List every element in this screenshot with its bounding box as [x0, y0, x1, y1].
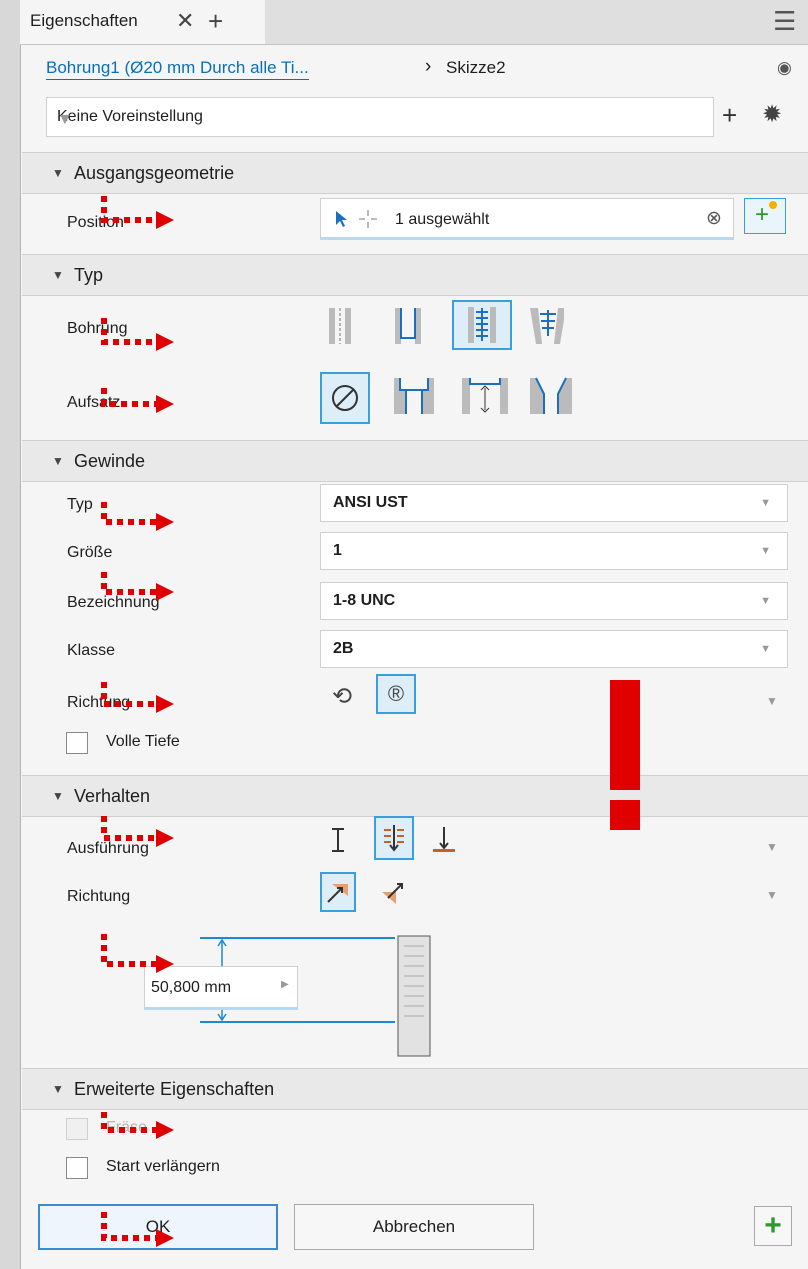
termination-label: Ausführung [67, 840, 149, 857]
cancel-button[interactable]: Abbrechen [294, 1204, 534, 1250]
collapse-icon: ▼ [52, 1082, 64, 1096]
no-seat-icon[interactable] [320, 372, 370, 424]
breadcrumb-feature-link[interactable]: Bohrung1 (Ø20 mm Durch alle Ti... [46, 58, 309, 80]
direction-default-icon[interactable] [320, 872, 356, 912]
countersink-icon[interactable] [528, 374, 574, 418]
left-edge-bar [0, 0, 21, 1269]
to-face-termination-icon[interactable] [426, 818, 462, 862]
section-title: Ausgangsgeometrie [74, 163, 235, 183]
aufsatz-label: Aufsatz [67, 394, 121, 411]
gewinde-typ-label: Typ [67, 496, 93, 513]
through-all-termination-icon[interactable] [374, 816, 414, 860]
tapped-hole-icon[interactable] [452, 300, 512, 350]
collapse-icon: ▼ [52, 454, 64, 468]
preset-select[interactable]: Keine Voreinstellung ▼ [46, 97, 714, 137]
collapse-icon: ▼ [52, 789, 64, 803]
extend-start-label: Start verlängern [106, 1158, 220, 1175]
apply-button[interactable]: + [754, 1206, 792, 1246]
section-gewinde[interactable]: ▼ Gewinde [22, 440, 808, 482]
extend-start-checkbox[interactable] [66, 1157, 88, 1179]
chevron-right-icon[interactable]: ▶ [281, 979, 289, 990]
chevron-down-icon: ▼ [57, 111, 73, 128]
milling-checkbox[interactable] [66, 1118, 88, 1140]
tab-title: Eigenschaften [30, 11, 138, 30]
thread-type-value: ANSI UST [333, 494, 408, 511]
add-preset-icon[interactable]: + [722, 100, 737, 131]
thread-direction-label: Richtung [67, 694, 131, 711]
add-point-icon: + [755, 201, 770, 228]
section-title: Erweiterte Eigenschaften [74, 1079, 275, 1099]
milling-label: Fräse [106, 1119, 147, 1136]
spark-icon [769, 201, 777, 209]
full-depth-label: Volle Tiefe [106, 733, 180, 750]
class-label: Klasse [67, 642, 116, 659]
designation-label: Bezeichnung [67, 594, 160, 611]
designation-value: 1-8 UNC [333, 592, 396, 609]
taper-tapped-hole-icon[interactable] [528, 304, 564, 348]
chevron-down-icon: ▼ [760, 643, 771, 655]
position-input[interactable]: 1 ausgewählt ⊗ [320, 198, 734, 240]
right-hand-thread-icon[interactable]: ® [376, 674, 416, 714]
direction-flip-icon[interactable] [374, 872, 410, 912]
add-tab-icon[interactable]: + [208, 6, 223, 37]
eye-icon[interactable]: ◉ [777, 58, 792, 78]
simple-hole-icon[interactable] [322, 304, 358, 348]
class-select[interactable]: 2B ▼ [320, 630, 788, 668]
depth-input[interactable]: 50,800 mm ▶ [144, 966, 298, 1010]
ok-button[interactable]: OK [38, 1204, 278, 1250]
depth-value: 50,800 mm [151, 979, 232, 996]
position-value: 1 ausgewählt [395, 211, 490, 228]
designation-select[interactable]: 1-8 UNC ▼ [320, 582, 788, 620]
warning-exclamation-icon [610, 680, 640, 830]
clear-selection-icon[interactable]: ⊗ [706, 207, 722, 230]
section-verhalten[interactable]: ▼ Verhalten [22, 775, 808, 817]
thread-type-select[interactable]: ANSI UST ▼ [320, 484, 788, 522]
section-title: Verhalten [74, 786, 151, 806]
collapse-icon: ▼ [52, 268, 64, 282]
chevron-down-icon[interactable]: ▼ [766, 694, 778, 708]
section-typ[interactable]: ▼ Typ [22, 254, 808, 296]
bohrung-label: Bohrung [67, 320, 128, 337]
distance-termination-icon[interactable] [320, 818, 356, 862]
gear-icon[interactable]: ✹ [762, 100, 782, 129]
chevron-down-icon[interactable]: ▼ [766, 840, 778, 854]
section-title: Gewinde [74, 451, 146, 471]
left-hand-thread-icon[interactable]: ⟲ [324, 676, 360, 716]
position-label: Position [67, 214, 124, 231]
chevron-down-icon: ▼ [760, 497, 771, 509]
chevron-down-icon: ▼ [760, 545, 771, 557]
direction-label: Richtung [67, 888, 131, 905]
section-title: Typ [74, 265, 104, 285]
size-select[interactable]: 1 ▼ [320, 532, 788, 570]
breadcrumb-sketch[interactable]: Skizze2 [446, 58, 506, 78]
full-depth-checkbox[interactable] [66, 732, 88, 754]
chevron-down-icon: ▼ [760, 595, 771, 607]
section-erweiterte-eigenschaften[interactable]: ▼ Erweiterte Eigenschaften [22, 1068, 808, 1110]
cursor-arrow-icon [336, 211, 347, 227]
chevron-down-icon[interactable]: ▼ [766, 888, 778, 902]
section-ausgangsgeometrie[interactable]: ▼ Ausgangsgeometrie [22, 152, 808, 194]
size-label: Größe [67, 544, 113, 561]
spotface-icon[interactable] [460, 374, 510, 418]
close-icon[interactable]: ✕ [176, 8, 194, 34]
class-value: 2B [333, 640, 354, 657]
collapse-icon: ▼ [52, 166, 64, 180]
crosshair-icon [359, 210, 377, 228]
menu-icon[interactable]: ☰ [773, 6, 796, 37]
size-value: 1 [333, 542, 342, 559]
add-point-button[interactable]: + [744, 198, 786, 234]
clearance-hole-icon[interactable] [390, 304, 426, 348]
breadcrumb-separator: › [425, 56, 432, 77]
counterbore-icon[interactable] [392, 374, 436, 418]
